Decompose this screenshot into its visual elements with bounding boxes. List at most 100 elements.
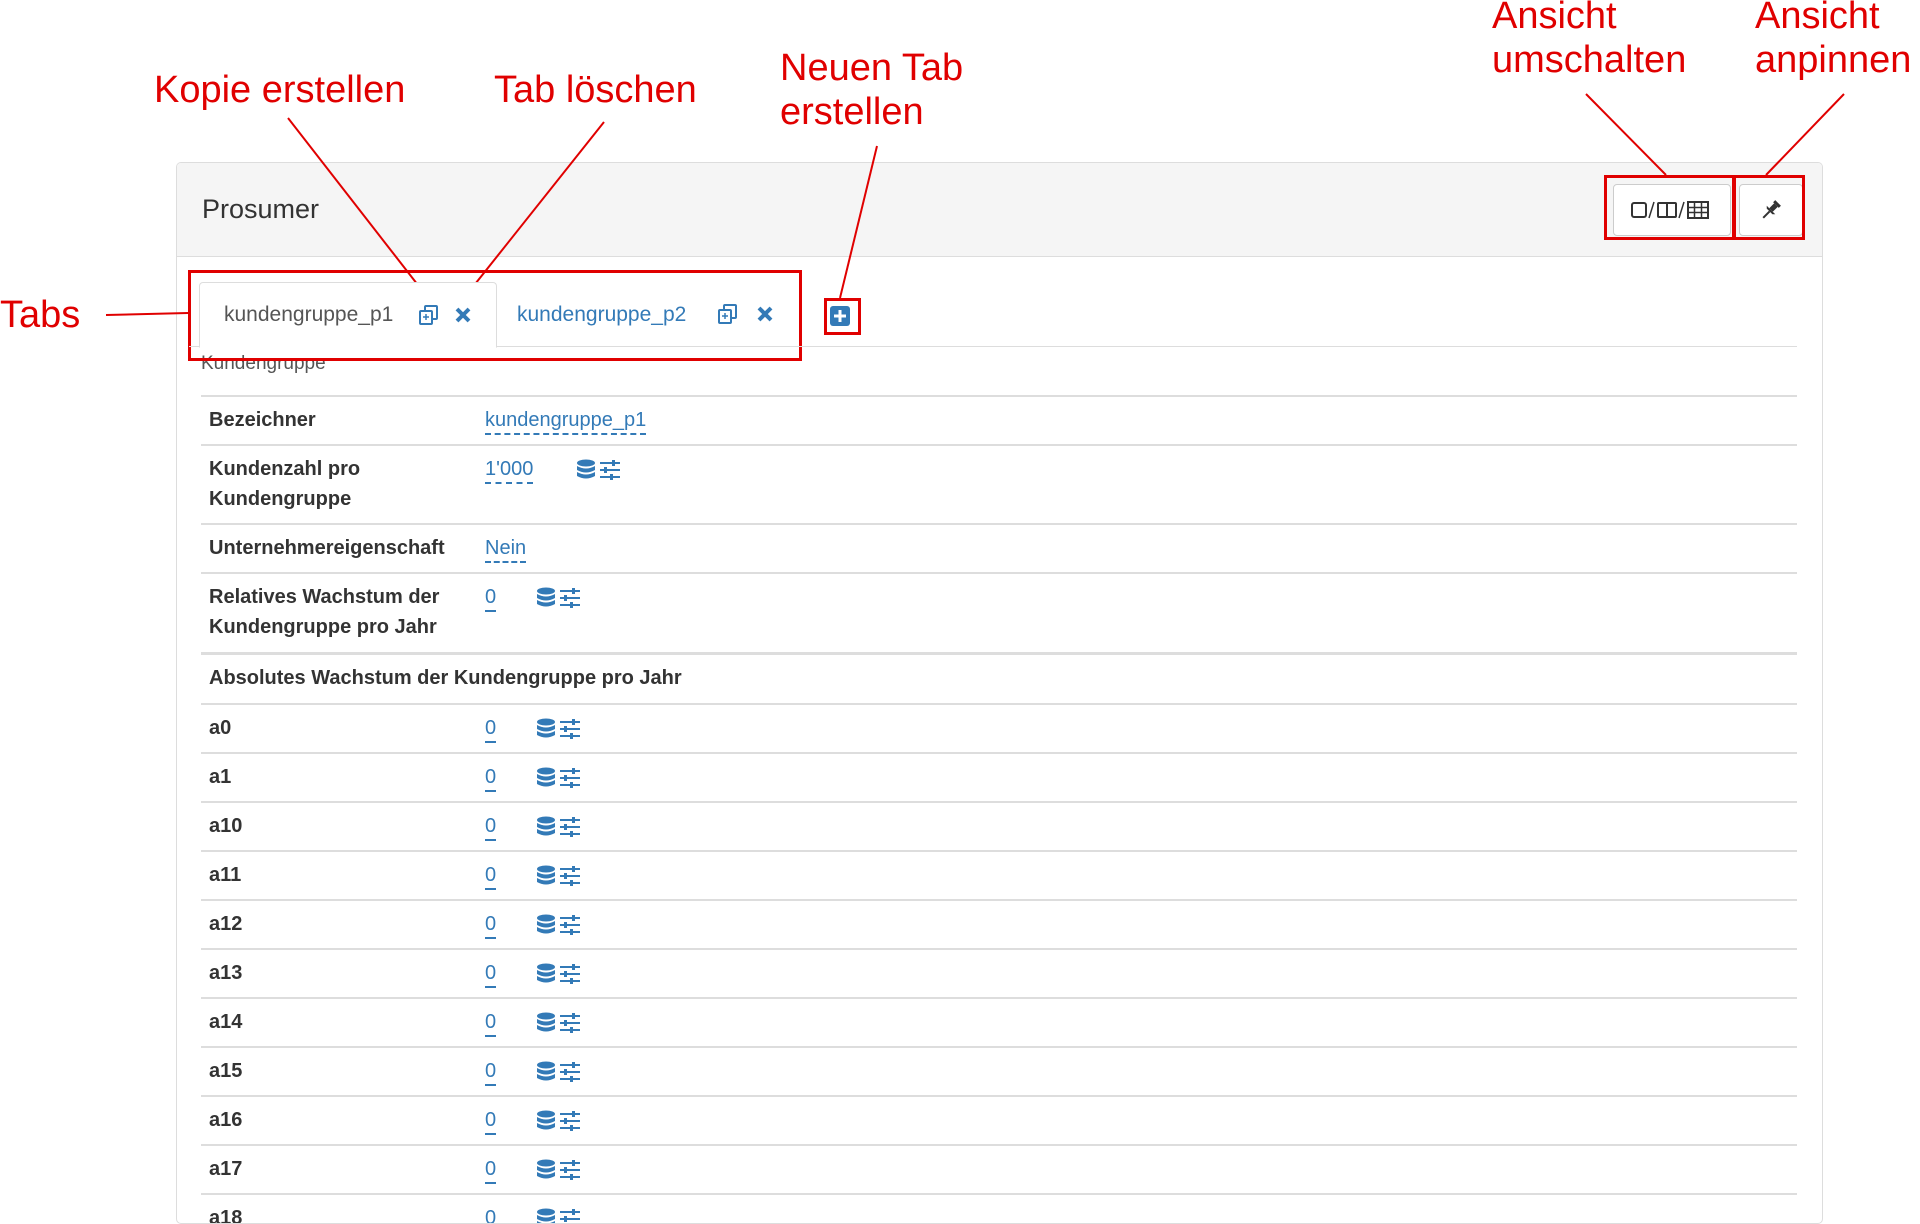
sliders-icon[interactable]: [559, 963, 581, 990]
row-label: a17: [209, 1158, 243, 1180]
row-value-link[interactable]: 1'000: [485, 457, 534, 484]
row-label: a14: [209, 1011, 243, 1033]
row-label: a1: [209, 766, 232, 788]
database-icon[interactable]: [535, 1012, 557, 1039]
table-row: a15 0: [201, 1046, 1797, 1095]
row-label: a13: [209, 962, 243, 984]
database-icon[interactable]: [575, 459, 597, 486]
table-row: a1 0: [201, 752, 1797, 801]
database-icon[interactable]: [535, 865, 557, 892]
annotation-ansicht-umschalten: Ansicht umschalten: [1492, 0, 1686, 82]
annotation-ansicht-umschalten-line2: umschalten: [1492, 39, 1687, 81]
row-label: a16: [209, 1109, 243, 1131]
tab-label: kundengruppe_p1: [224, 303, 394, 326]
sliders-icon[interactable]: [559, 1061, 581, 1088]
row-value-link[interactable]: 0: [485, 765, 497, 792]
sliders-icon[interactable]: [559, 1208, 581, 1223]
database-icon[interactable]: [535, 1159, 557, 1186]
database-icon[interactable]: [535, 767, 557, 794]
row-value-link[interactable]: 0: [485, 716, 497, 743]
row-label-line2: Kundengruppe pro Jahr: [209, 616, 437, 638]
table-row: Unternehmereigenschaft Nein: [201, 523, 1797, 572]
annotation-neuen-tab-line1: Neuen Tab: [780, 47, 964, 89]
row-value-link[interactable]: 0: [485, 1010, 497, 1037]
row-label: Relatives Wachstum der Kundengruppe pro …: [209, 582, 439, 642]
table-row: a11 0: [201, 850, 1797, 899]
row-value-link[interactable]: Nein: [485, 536, 527, 563]
sliders-icon[interactable]: [559, 587, 581, 614]
pin-highlight-box: [1733, 175, 1805, 240]
database-icon[interactable]: [535, 914, 557, 941]
sliders-icon[interactable]: [559, 767, 581, 794]
row-label: a11: [209, 864, 242, 886]
add-tab-highlight-box: [824, 298, 861, 335]
row-value-link[interactable]: 0: [485, 1059, 497, 1086]
sliders-icon[interactable]: [559, 865, 581, 892]
sliders-icon[interactable]: [599, 459, 621, 486]
row-value-link[interactable]: 0: [485, 585, 497, 612]
coefficient-rows: a0 0 a1 0 a10 0 a11 0 a12 0 a13 0 a14 0 a15 0 a16 0 a17 0 a1…: [201, 703, 1797, 1224]
row-label: a10: [209, 815, 243, 837]
database-icon[interactable]: [535, 1208, 557, 1223]
annotation-neuen-tab-line2: erstellen: [780, 91, 924, 133]
row-value-link[interactable]: kundengruppe_p1: [485, 408, 647, 435]
row-label: a15: [209, 1060, 243, 1082]
panel-title: Prosumer: [202, 194, 320, 224]
sliders-icon[interactable]: [559, 1159, 581, 1186]
table-row: a17 0: [201, 1144, 1797, 1193]
table-row: Bezeichner kundengruppe_p1: [201, 395, 1797, 444]
sliders-icon[interactable]: [559, 914, 581, 941]
row-label-line1: Kundenzahl pro: [209, 458, 361, 480]
table-row: a0 0: [201, 703, 1797, 752]
row-label: a0: [209, 717, 232, 739]
sliders-icon[interactable]: [559, 1110, 581, 1137]
annotation-ansicht-umschalten-line1: Ansicht: [1492, 0, 1617, 37]
properties-table: Bezeichner kundengruppe_p1 Kundenzahl pr…: [201, 395, 1797, 1224]
row-label-line2: Kundengruppe: [209, 488, 352, 510]
row-value-link[interactable]: 0: [485, 1108, 497, 1135]
row-value-link[interactable]: 0: [485, 1157, 497, 1184]
row-label: a12: [209, 913, 243, 935]
prosumer-panel: Prosumer kundengruppe_p1 kundengruppe_p2…: [176, 162, 1823, 1224]
annotation-ansicht-anpinnen: Ansicht anpinnen: [1755, 0, 1911, 82]
database-icon[interactable]: [535, 1061, 557, 1088]
row-label: Kundenzahl pro Kundengruppe: [209, 454, 360, 514]
row-label: Bezeichner: [209, 409, 316, 431]
annotation-ansicht-anpinnen-line1: Ansicht: [1755, 0, 1880, 37]
annotation-tabs: Tabs: [0, 294, 81, 336]
database-icon[interactable]: [535, 718, 557, 745]
row-value-link[interactable]: 0: [485, 863, 497, 890]
panel-header: Prosumer: [177, 163, 1822, 257]
database-icon[interactable]: [535, 1110, 557, 1137]
row-value-link[interactable]: 0: [485, 912, 497, 939]
annotation-ansicht-anpinnen-line2: anpinnen: [1755, 39, 1912, 81]
database-icon[interactable]: [535, 816, 557, 843]
table-row: a13 0: [201, 948, 1797, 997]
copy-icon[interactable]: [418, 304, 440, 326]
annotation-kopie-erstellen: Kopie erstellen: [154, 69, 406, 111]
row-value-link[interactable]: 0: [485, 961, 497, 988]
table-row: Relatives Wachstum der Kundengruppe pro …: [201, 572, 1797, 652]
database-icon[interactable]: [535, 587, 557, 614]
table-row: Kundenzahl pro Kundengruppe 1'000: [201, 444, 1797, 523]
annotation-neuen-tab: Neuen Tab erstellen: [780, 46, 963, 134]
sliders-icon[interactable]: [559, 1012, 581, 1039]
view-toggle-highlight-box: [1604, 175, 1735, 240]
table-row: a12 0: [201, 899, 1797, 948]
table-row: a18 0: [201, 1193, 1797, 1224]
table-row: a16 0: [201, 1095, 1797, 1144]
table-row: a14 0: [201, 997, 1797, 1046]
close-icon[interactable]: [455, 307, 471, 323]
row-label: a18: [209, 1207, 243, 1224]
row-label: Absolutes Wachstum der Kundengruppe pro …: [209, 667, 682, 689]
row-label: Unternehmereigenschaft: [209, 537, 445, 559]
row-value-link[interactable]: 0: [485, 814, 497, 841]
row-label-line1: Relatives Wachstum der: [209, 586, 440, 608]
sliders-icon[interactable]: [559, 816, 581, 843]
sliders-icon[interactable]: [559, 718, 581, 745]
row-value-link[interactable]: 0: [485, 1206, 496, 1223]
database-icon[interactable]: [535, 963, 557, 990]
annotation-tab-loeschen: Tab löschen: [494, 69, 697, 111]
tab-kundengruppe-p1[interactable]: kundengruppe_p1: [199, 282, 497, 348]
table-row: Absolutes Wachstum der Kundengruppe pro …: [201, 652, 1797, 703]
